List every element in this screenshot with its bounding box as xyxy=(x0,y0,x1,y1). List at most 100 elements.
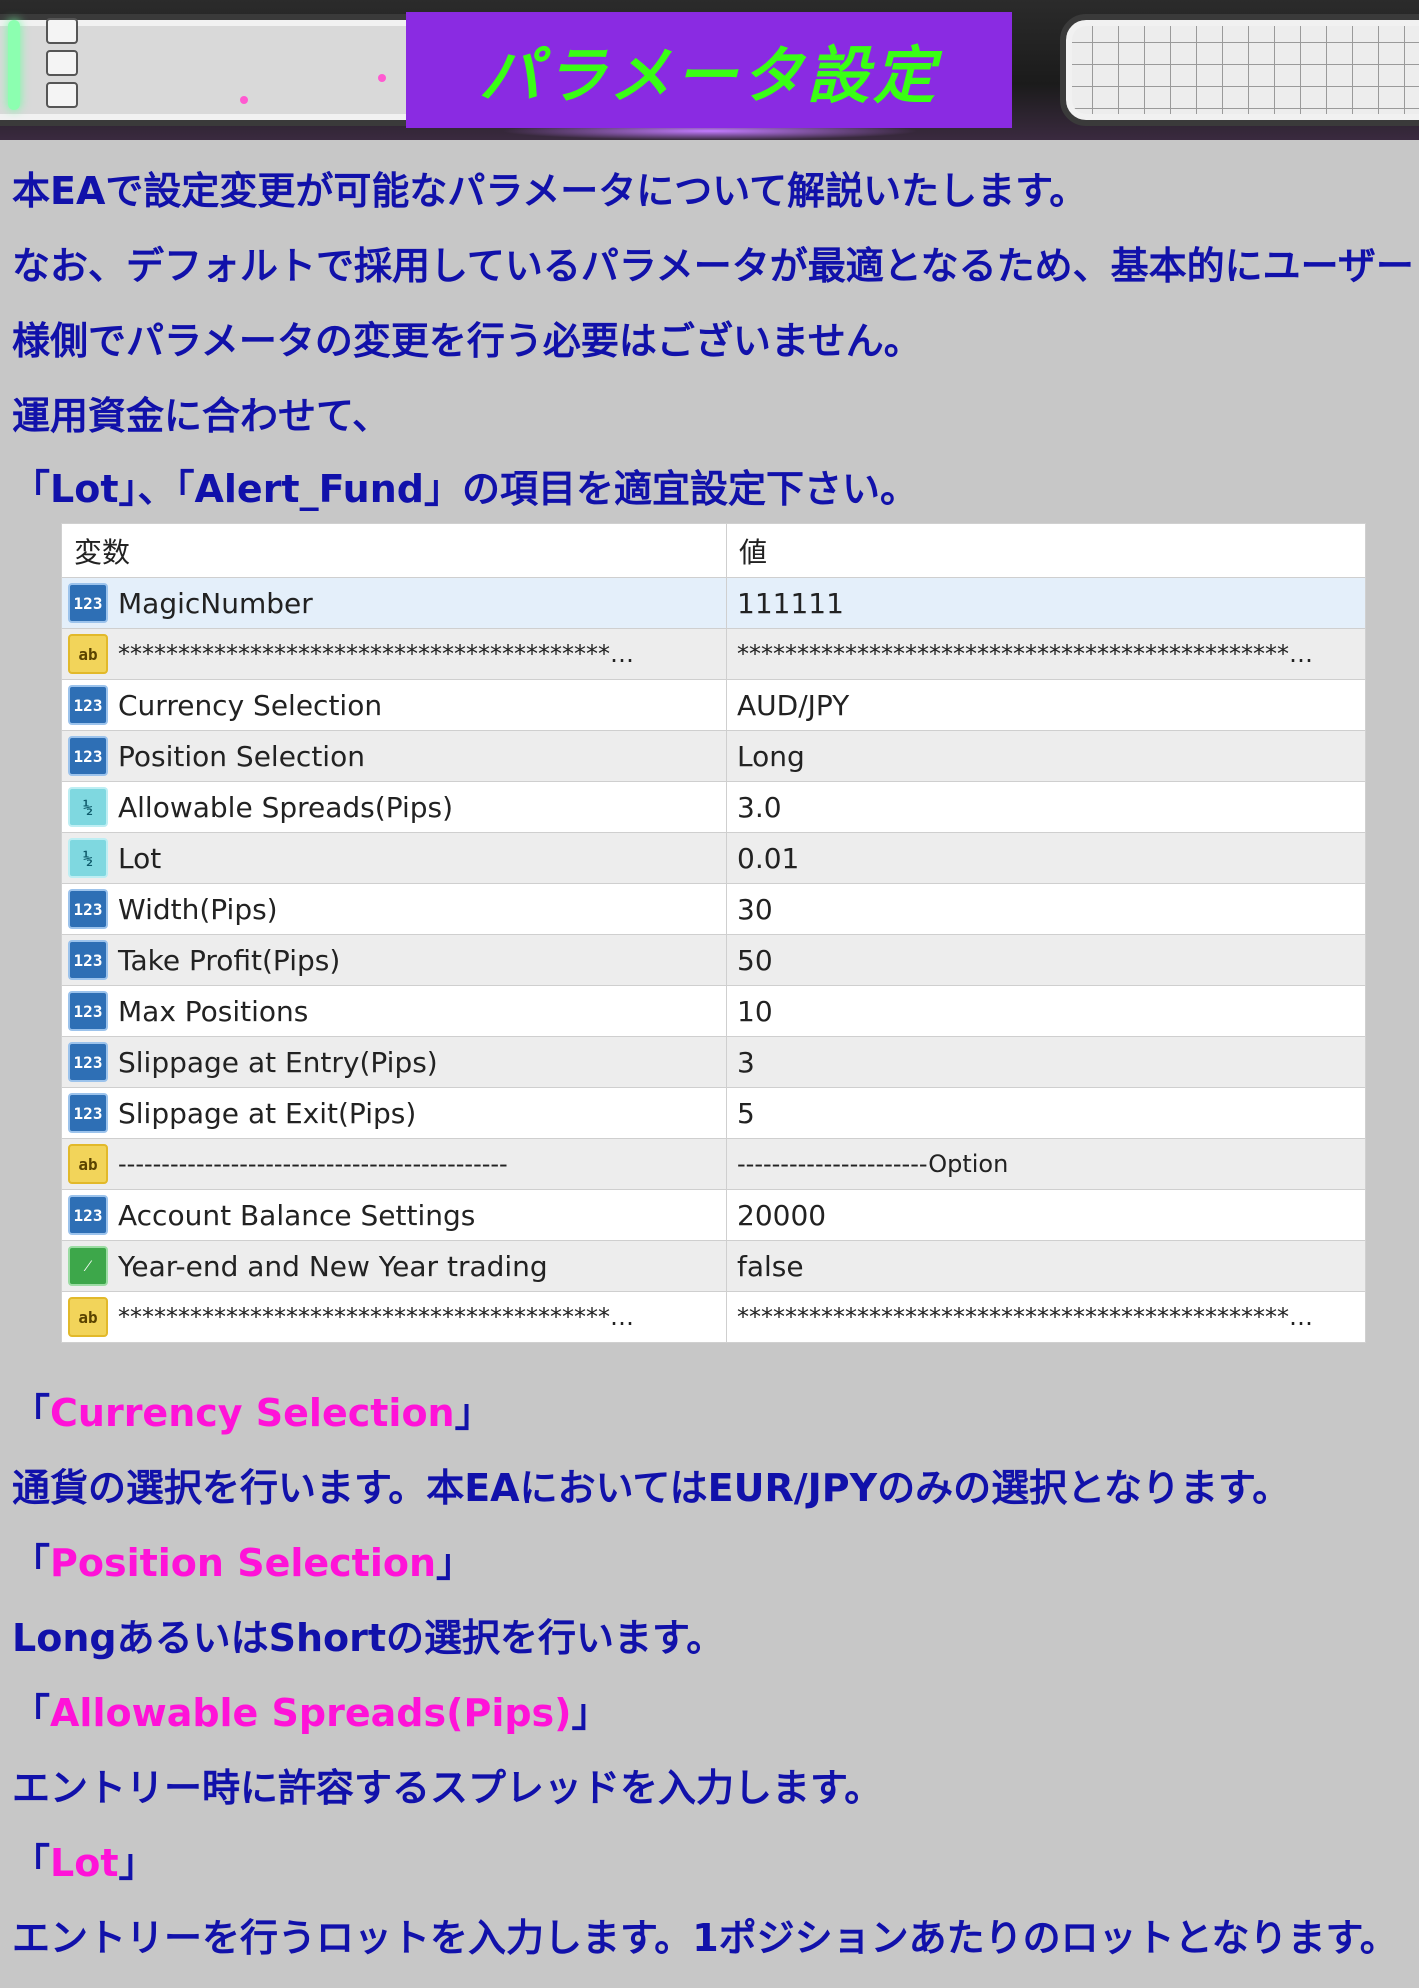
variable-value: 111111 xyxy=(737,586,844,620)
table-row[interactable]: 123 Account Balance Settings 20000 xyxy=(62,1189,1365,1241)
parameter-table: 変数 値 123 MagicNumber 111111 ab *************… xyxy=(61,523,1366,1343)
table-row[interactable]: 123 Take Profit(Pips) 50 xyxy=(62,934,1365,986)
value-cell[interactable]: Long xyxy=(726,730,1365,782)
table-row[interactable]: ⁄ Year-end and New Year trading false xyxy=(62,1240,1365,1292)
variable-name: ****************************************… xyxy=(118,640,634,668)
variable-cell[interactable]: ⁄ Year-end and New Year trading xyxy=(62,1240,727,1292)
string-type-icon: ab xyxy=(68,1144,108,1184)
variable-cell[interactable]: ½ Allowable Spreads(Pips) xyxy=(62,781,727,833)
table-row[interactable]: 123 Position Selection Long xyxy=(62,730,1365,782)
integer-type-icon: 123 xyxy=(68,685,108,725)
double-type-icon: ½ xyxy=(68,838,108,878)
variable-cell[interactable]: ab **************************************… xyxy=(62,1291,727,1342)
variable-value: 50 xyxy=(737,943,773,977)
variable-value: AUD/JPY xyxy=(737,688,850,722)
variable-value: 10 xyxy=(737,994,773,1028)
table-row[interactable]: 123 MagicNumber 111111 xyxy=(62,577,1365,629)
value-cell[interactable]: AUD/JPY xyxy=(726,679,1365,731)
table-row[interactable]: ab **************************************… xyxy=(62,1291,1365,1342)
table-header: 変数 値 xyxy=(62,524,1365,578)
variable-cell[interactable]: 123 Width(Pips) xyxy=(62,883,727,935)
value-cell[interactable]: 5 xyxy=(726,1087,1365,1139)
table-row[interactable]: ½ Allowable Spreads(Pips) 3.0 xyxy=(62,781,1365,833)
table-row[interactable]: 123 Width(Pips) 30 xyxy=(62,883,1365,935)
integer-type-icon: 123 xyxy=(68,1195,108,1235)
variable-value: 30 xyxy=(737,892,773,926)
variable-name: Take Profit(Pips) xyxy=(118,943,341,977)
integer-type-icon: 123 xyxy=(68,583,108,623)
page-title-box: パラメータ設定 xyxy=(406,12,1012,128)
variable-cell[interactable]: 123 Position Selection xyxy=(62,730,727,782)
boolean-type-icon: ⁄ xyxy=(68,1246,108,1286)
variable-value: 0.01 xyxy=(737,841,800,875)
integer-type-icon: 123 xyxy=(68,889,108,929)
section-text-lot: エントリーを行うロットを入力します。1ポジションあたりのロットとなります。 xyxy=(12,1916,1398,1960)
green-indicator xyxy=(8,20,20,110)
value-cell[interactable]: 111111 xyxy=(726,577,1365,629)
variable-name: Slippage at Entry(Pips) xyxy=(118,1045,438,1079)
variable-name: Position Selection xyxy=(118,739,365,773)
variable-name: Year-end and New Year trading xyxy=(118,1249,548,1283)
variable-value: false xyxy=(737,1249,804,1283)
device-bezel-right xyxy=(1060,14,1419,126)
variable-name: ----------------------------------------… xyxy=(118,1150,508,1178)
variable-value: 5 xyxy=(737,1096,755,1130)
intro-line-2: なお、デフォルトで採用しているパラメータが最適となるため、基本的にユーザー xyxy=(12,244,1414,288)
pink-dot xyxy=(378,74,386,82)
variable-value: 20000 xyxy=(737,1198,827,1232)
variable-name: Currency Selection xyxy=(118,688,383,722)
page-title: パラメータ設定 xyxy=(478,39,940,112)
variable-cell[interactable]: 123 MagicNumber xyxy=(62,577,727,629)
table-row[interactable]: ab --------------------------------------… xyxy=(62,1138,1365,1190)
variable-name: Slippage at Exit(Pips) xyxy=(118,1096,417,1130)
variable-cell[interactable]: 123 Currency Selection xyxy=(62,679,727,731)
string-type-icon: ab xyxy=(68,1297,108,1337)
integer-type-icon: 123 xyxy=(68,940,108,980)
value-cell[interactable]: false xyxy=(726,1240,1365,1292)
section-text-currency: 通貨の選択を行います。本EAにおいてはEUR/JPYのみの選択となります。 xyxy=(12,1466,1291,1510)
variable-cell[interactable]: 123 Max Positions xyxy=(62,985,727,1037)
variable-value: ----------------------Option xyxy=(737,1150,1009,1178)
value-cell[interactable]: 30 xyxy=(726,883,1365,935)
variable-cell[interactable]: ab **************************************… xyxy=(62,628,727,680)
section-heading-position: 「Position Selection」 xyxy=(12,1541,475,1585)
variable-cell[interactable]: ½ Lot xyxy=(62,832,727,884)
table-row[interactable]: ½ Lot 0.01 xyxy=(62,832,1365,884)
double-type-icon: ½ xyxy=(68,787,108,827)
value-cell[interactable]: ****************************************… xyxy=(726,1291,1365,1342)
table-row[interactable]: 123 Currency Selection AUD/JPY xyxy=(62,679,1365,731)
table-row[interactable]: ab **************************************… xyxy=(62,628,1365,680)
variable-value: 3.0 xyxy=(737,790,782,824)
variable-name: Lot xyxy=(118,841,162,875)
integer-type-icon: 123 xyxy=(68,1093,108,1133)
value-cell[interactable]: 10 xyxy=(726,985,1365,1037)
section-heading-currency: 「Currency Selection」 xyxy=(12,1391,493,1435)
variable-value: 3 xyxy=(737,1045,755,1079)
integer-type-icon: 123 xyxy=(68,1042,108,1082)
variable-cell[interactable]: 123 Account Balance Settings xyxy=(62,1189,727,1241)
variable-cell[interactable]: 123 Slippage at Exit(Pips) xyxy=(62,1087,727,1139)
table-row[interactable]: 123 Slippage at Entry(Pips) 3 xyxy=(62,1036,1365,1088)
variable-name: Width(Pips) xyxy=(118,892,278,926)
table-row[interactable]: 123 Slippage at Exit(Pips) 5 xyxy=(62,1087,1365,1139)
variable-cell[interactable]: ab --------------------------------------… xyxy=(62,1138,727,1190)
value-cell[interactable]: 50 xyxy=(726,934,1365,986)
value-cell[interactable]: 20000 xyxy=(726,1189,1365,1241)
header-value: 値 xyxy=(726,524,1365,578)
section-heading-spreads: 「Allowable Spreads(Pips)」 xyxy=(12,1691,610,1735)
intro-line-3: 様側でパラメータの変更を行う必要はございません。 xyxy=(12,319,922,363)
section-heading-lot: 「Lot」 xyxy=(12,1841,157,1885)
value-cell[interactable]: 3 xyxy=(726,1036,1365,1088)
value-cell[interactable]: 3.0 xyxy=(726,781,1365,833)
variable-cell[interactable]: 123 Slippage at Entry(Pips) xyxy=(62,1036,727,1088)
variable-name: MagicNumber xyxy=(118,586,313,620)
variable-name: ****************************************… xyxy=(118,1303,634,1331)
header-variable: 変数 xyxy=(62,524,727,578)
intro-line-5: 「Lot」、「Alert_Fund」の項目を適宜設定下さい。 xyxy=(12,467,918,511)
table-row[interactable]: 123 Max Positions 10 xyxy=(62,985,1365,1037)
value-cell[interactable]: ****************************************… xyxy=(726,628,1365,680)
variable-cell[interactable]: 123 Take Profit(Pips) xyxy=(62,934,727,986)
value-cell[interactable]: ----------------------Option xyxy=(726,1138,1365,1190)
variable-name: Max Positions xyxy=(118,994,309,1028)
value-cell[interactable]: 0.01 xyxy=(726,832,1365,884)
